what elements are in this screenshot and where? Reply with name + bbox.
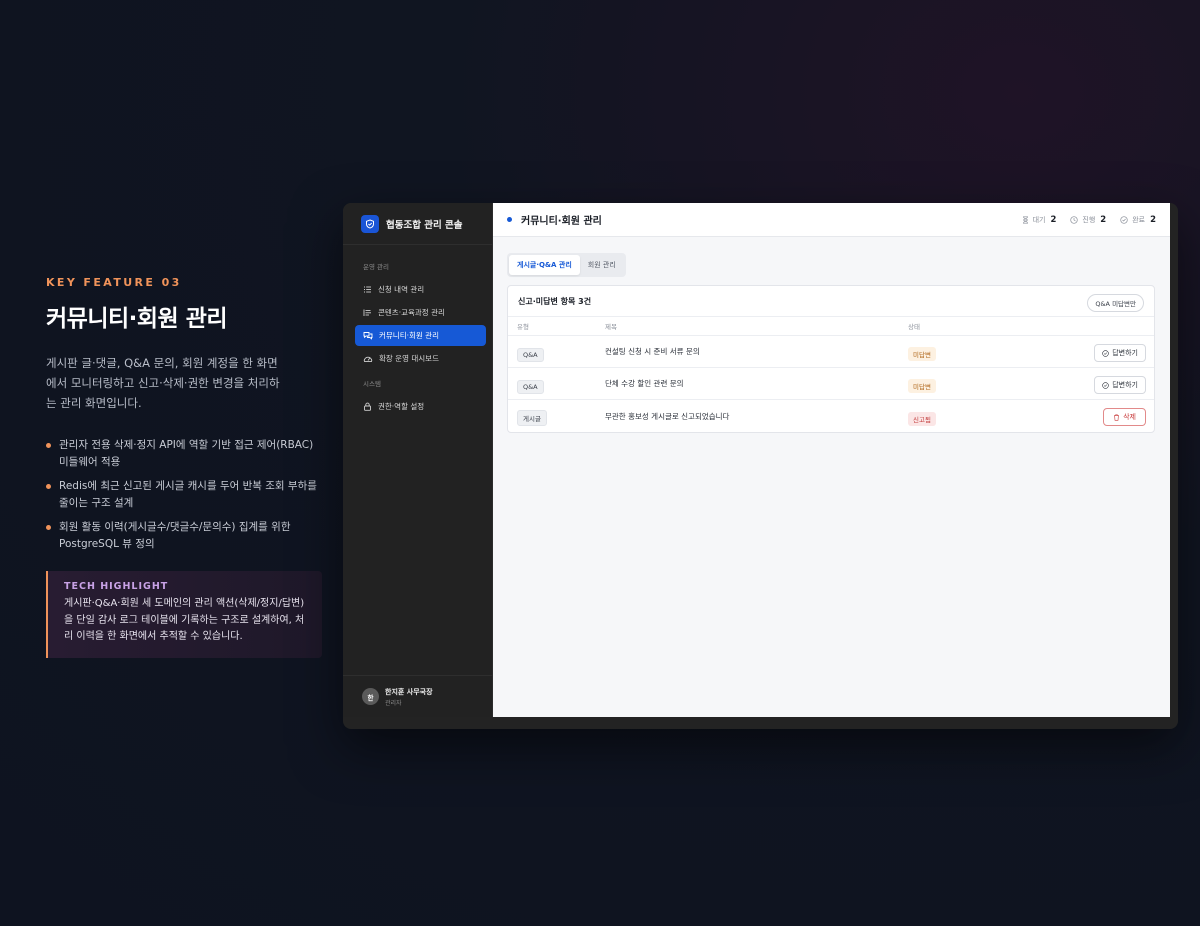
sidebar-item-applications[interactable]: 신청 내역 관리 bbox=[355, 279, 486, 300]
type-badge: Q&A bbox=[517, 379, 544, 394]
avatar: 한 bbox=[362, 688, 379, 705]
page-title: 커뮤니티·회원 관리 bbox=[521, 216, 602, 227]
bullet-icon bbox=[46, 525, 51, 530]
user-profile[interactable]: 한 한지훈 사무국장 관리자 bbox=[343, 675, 493, 717]
stat-completed: 완료 2 bbox=[1120, 215, 1156, 225]
stat-value: 2 bbox=[1100, 215, 1107, 225]
type-badge: Q&A bbox=[517, 347, 544, 362]
tech-highlight: TECH HIGHLIGHT 게시판·Q&A·회원 세 도메인의 관리 액션(삭… bbox=[46, 571, 322, 658]
type-badge: 게시글 bbox=[517, 410, 547, 426]
bullet-icon bbox=[46, 484, 51, 489]
feature-item: 회원 활동 이력(게시글수/댓글수/문의수) 집계를 위한 PostgreSQL… bbox=[46, 519, 326, 553]
lock-icon bbox=[364, 402, 371, 411]
feature-intro: KEY FEATURE 03 커뮤니티·회원 관리 게시판 글·댓글, Q&A … bbox=[46, 276, 326, 658]
bullet-icon bbox=[46, 443, 51, 448]
trash-icon bbox=[1114, 414, 1120, 421]
user-name: 한지훈 사무국장 bbox=[385, 687, 433, 696]
sidebar-item-label: 신청 내역 관리 bbox=[378, 285, 425, 294]
table-row: Q&A 컨설팅 신청 시 준비 서류 문의 미답변 답변하기 bbox=[508, 336, 1154, 368]
column-title: 제목 bbox=[605, 323, 617, 331]
reply-icon bbox=[1102, 381, 1109, 389]
app-frame: 협동조합 관리 콘솔 운영 관리 신청 내역 관리 콘텐츠·교육과정 관리 커뮤… bbox=[343, 203, 1178, 729]
status-counters: 대기 2 진행 2 완료 2 bbox=[1008, 203, 1156, 237]
qa-unanswered-filter-button[interactable]: Q&A 미답변만 bbox=[1087, 294, 1144, 312]
sidebar-item-community[interactable]: 커뮤니티·회원 관리 bbox=[355, 325, 486, 346]
stat-value: 2 bbox=[1150, 215, 1156, 225]
delete-button[interactable]: 삭제 bbox=[1103, 408, 1146, 426]
brand-name: 협동조합 관리 콘솔 bbox=[386, 219, 463, 231]
topbar: 커뮤니티·회원 관리 대기 2 진행 2 완료 2 bbox=[493, 203, 1170, 237]
feature-kicker: KEY FEATURE 03 bbox=[46, 276, 182, 289]
user-role: 관리자 bbox=[385, 699, 402, 707]
row-title: 단체 수강 할인 관련 문의 bbox=[605, 379, 684, 388]
shield-logo-icon bbox=[361, 214, 379, 233]
stat-value: 2 bbox=[1050, 215, 1057, 225]
gauge-icon bbox=[363, 356, 373, 362]
row-title: 컨설팅 신청 시 준비 서류 문의 bbox=[605, 347, 700, 356]
check-circle-icon bbox=[1120, 216, 1128, 224]
sidebar-item-label: 권한·역할 설정 bbox=[378, 402, 425, 411]
reply-icon bbox=[1102, 349, 1109, 357]
column-status: 상태 bbox=[908, 323, 920, 331]
sidebar-item-label: 콘텐츠·교육과정 관리 bbox=[378, 308, 445, 317]
chat-icon bbox=[363, 332, 373, 340]
feature-description: 게시판 글·댓글, Q&A 문의, 회원 계정을 한 화면에서 모니터링하고 신… bbox=[46, 356, 280, 410]
status-badge: 미답변 bbox=[908, 379, 936, 393]
sidebar-item-label: 커뮤니티·회원 관리 bbox=[379, 331, 439, 340]
tech-highlight-body: 게시판·Q&A·회원 세 도메인의 관리 액션(삭제/정지/답변)을 단일 감사… bbox=[64, 598, 305, 642]
card-title: 신고·미답변 항목 3건 bbox=[518, 296, 592, 306]
table-row: 게시글 무관한 홍보성 게시글로 신고되었습니다 신고됨 삭제 bbox=[508, 400, 1154, 432]
status-badge: 신고됨 bbox=[908, 411, 936, 426]
tech-highlight-title: TECH HIGHLIGHT bbox=[64, 581, 169, 592]
clock-icon bbox=[1070, 216, 1079, 224]
feature-headline: 커뮤니티·회원 관리 bbox=[46, 306, 228, 332]
sidebar-item-dashboard[interactable]: 확장 운영 대시보드 bbox=[355, 348, 486, 369]
table-header: 유형 제목 상태 bbox=[508, 317, 1154, 336]
status-dot-icon bbox=[507, 217, 512, 222]
card-header: 신고·미답변 항목 3건 Q&A 미답변만 bbox=[508, 286, 1154, 317]
feature-list: 관리자 전용 삭제·정지 API에 역할 기반 접근 제어(RBAC) 미들웨어… bbox=[46, 437, 326, 553]
status-badge: 미답변 bbox=[908, 347, 936, 361]
table-row: Q&A 단체 수강 할인 관련 문의 미답변 답변하기 bbox=[508, 368, 1154, 400]
sidebar-item-label: 확장 운영 대시보드 bbox=[379, 354, 439, 363]
nav-section-system: 시스템 bbox=[363, 380, 381, 388]
hourglass-icon bbox=[1022, 216, 1028, 224]
report-card: 신고·미답변 항목 3건 Q&A 미답변만 유형 제목 상태 Q&A 컨설팅 신… bbox=[507, 285, 1155, 433]
column-type: 유형 bbox=[517, 323, 529, 331]
brand: 협동조합 관리 콘솔 bbox=[343, 203, 492, 245]
feature-item: Redis에 최근 신고된 게시글 캐시를 두어 반복 조회 부하를 줄이는 구… bbox=[46, 478, 326, 512]
content-list-icon bbox=[363, 309, 371, 316]
tab-posts-qa[interactable]: 게시글·Q&A 관리 bbox=[509, 255, 580, 275]
list-icon bbox=[364, 286, 371, 293]
row-title: 무관한 홍보성 게시글로 신고되었습니다 bbox=[605, 411, 730, 421]
feature-item: 관리자 전용 삭제·정지 API에 역할 기반 접근 제어(RBAC) 미들웨어… bbox=[46, 437, 326, 471]
sidebar-item-permissions[interactable]: 권한·역할 설정 bbox=[355, 396, 486, 417]
reply-button[interactable]: 답변하기 bbox=[1094, 344, 1146, 362]
reply-button[interactable]: 답변하기 bbox=[1094, 376, 1146, 394]
tab-bar: 게시글·Q&A 관리 회원 관리 bbox=[507, 253, 626, 277]
sidebar-item-content[interactable]: 콘텐츠·교육과정 관리 bbox=[355, 302, 486, 323]
app-window: 협동조합 관리 콘솔 운영 관리 신청 내역 관리 콘텐츠·교육과정 관리 커뮤… bbox=[343, 203, 1170, 717]
sidebar: 협동조합 관리 콘솔 운영 관리 신청 내역 관리 콘텐츠·교육과정 관리 커뮤… bbox=[343, 203, 493, 717]
stat-in-progress: 진행 2 bbox=[1070, 215, 1106, 225]
nav-section-ops: 운영 관리 bbox=[363, 263, 389, 271]
tab-members[interactable]: 회원 관리 bbox=[580, 255, 624, 275]
main-content: 커뮤니티·회원 관리 대기 2 진행 2 완료 2 게시글·Q&A 관리 회원 … bbox=[493, 203, 1170, 717]
stat-waiting: 대기 2 bbox=[1022, 215, 1057, 225]
